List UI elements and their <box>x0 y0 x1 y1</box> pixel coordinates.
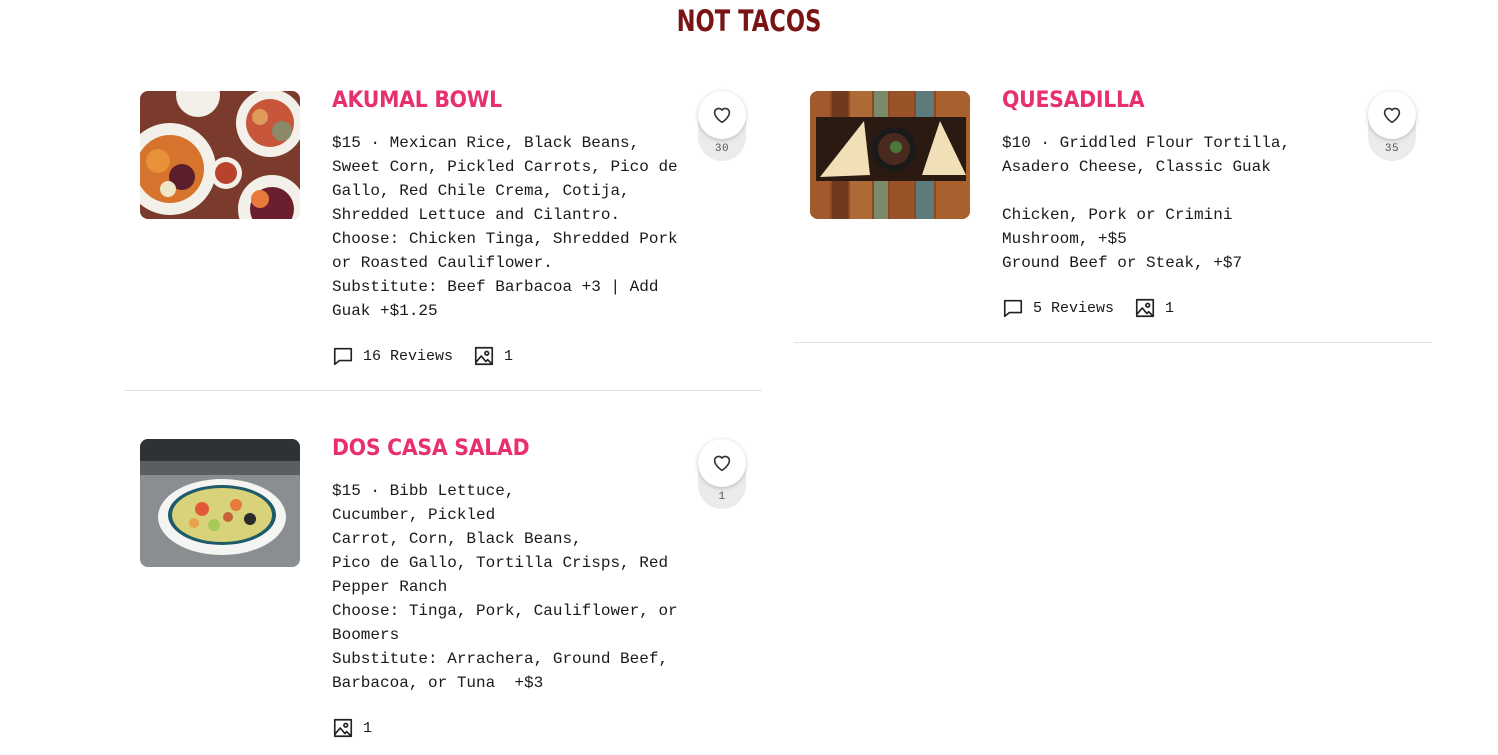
reviews-count: 16 Reviews <box>363 347 454 365</box>
item-description: $10 · Griddled Flour Tortilla, Asadero C… <box>1002 134 1291 272</box>
like-count: 30 <box>714 143 730 155</box>
item-name[interactable]: AKUMAL BOWL <box>332 89 502 113</box>
like-button[interactable] <box>698 91 746 139</box>
item-description: $15 · Bibb Lettuce, Cucumber, Pickled Ca… <box>332 482 678 692</box>
like-widget: 30 <box>698 91 746 161</box>
reviews-count: 5 Reviews <box>1033 299 1115 317</box>
photos-count: 1 <box>363 719 373 737</box>
quesadilla-photo[interactable] <box>810 91 970 219</box>
item-name[interactable]: DOS CASA SALAD <box>332 437 530 461</box>
photos-count: 1 <box>1165 299 1175 317</box>
reviews-link[interactable]: 5 Reviews <box>1002 297 1114 319</box>
section-title: NOT TACOS <box>676 4 822 38</box>
photos-link[interactable]: 1 <box>1134 297 1174 319</box>
like-widget: 35 <box>1368 91 1416 161</box>
heart-icon <box>713 107 731 124</box>
item-description: $15 · Mexican Rice, Black Beans, Sweet C… <box>332 134 678 320</box>
like-button[interactable] <box>698 439 746 487</box>
menu-item-quesadilla[interactable]: QUESADILLA $10 · Griddled Flour Tortilla… <box>810 89 1416 323</box>
menu-item-dos-casa-salad[interactable]: DOS CASA SALAD $15 · Bibb Lettuce, Cucum… <box>140 437 746 745</box>
item-divider <box>124 390 762 391</box>
image-icon <box>333 718 353 738</box>
comment-icon <box>1003 299 1023 318</box>
like-widget: 1 <box>698 439 746 509</box>
image-icon <box>1135 298 1155 318</box>
like-count: 35 <box>1384 143 1400 155</box>
item-meta: 1 <box>332 717 392 739</box>
like-count: 1 <box>718 491 726 503</box>
image-icon <box>474 346 494 366</box>
akumal-bowl-photo[interactable] <box>140 91 300 219</box>
heart-icon <box>1383 107 1401 124</box>
comment-icon <box>333 347 353 366</box>
reviews-link[interactable]: 16 Reviews <box>332 345 453 367</box>
photos-link[interactable]: 1 <box>473 345 513 367</box>
item-meta: 5 Reviews 1 <box>1002 297 1194 319</box>
item-meta: 16 Reviews 1 <box>332 345 533 367</box>
item-name[interactable]: QUESADILLA <box>1002 89 1145 113</box>
photos-count: 1 <box>504 347 514 365</box>
photos-link[interactable]: 1 <box>332 717 372 739</box>
dos-casa-salad-photo[interactable] <box>140 439 300 567</box>
heart-icon <box>713 455 731 472</box>
menu-item-akumal-bowl[interactable]: AKUMAL BOWL $15 · Mexican Rice, Black Be… <box>140 89 746 371</box>
like-button[interactable] <box>1368 91 1416 139</box>
item-divider <box>794 342 1432 343</box>
